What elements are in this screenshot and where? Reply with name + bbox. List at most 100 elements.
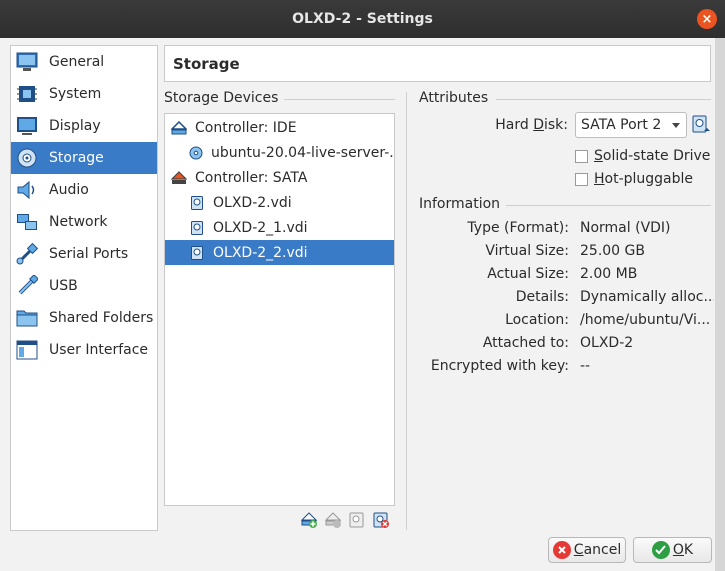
sidebar-item-label: Display: [49, 118, 101, 134]
sidebar-item-label: Storage: [49, 150, 104, 166]
tree-item-disk[interactable]: OLXD-2_1.vdi: [165, 215, 394, 240]
serial-ports-icon: [15, 242, 39, 266]
close-icon: ×: [701, 11, 713, 27]
storage-tree: Controller: IDE ubuntu-20.04-live-server…: [164, 113, 395, 506]
sidebar-item-label: System: [49, 86, 102, 102]
storage-devices-heading: Storage Devices: [164, 90, 279, 106]
sidebar-item-label: General: [49, 54, 105, 70]
optical-disc-icon: [189, 145, 203, 161]
sidebar-item-label: Serial Ports: [49, 246, 129, 262]
tree-item-label: OLXD-2_1.vdi: [213, 219, 308, 236]
sidebar-item-serial-ports[interactable]: Serial Ports: [11, 238, 157, 270]
info-value-location: /home/ubuntu/Vi...: [580, 312, 711, 328]
info-label-actual-size: Actual Size:: [487, 266, 569, 282]
storage-icon: [15, 146, 39, 170]
add-controller-icon[interactable]: [300, 511, 318, 529]
panel-divider: [406, 92, 407, 530]
add-attachment-icon[interactable]: [348, 511, 366, 529]
remove-controller-icon[interactable]: [324, 511, 342, 529]
cancel-icon: [552, 541, 571, 559]
divider: [496, 99, 711, 100]
window-title: OLXD-2 - Settings: [292, 11, 433, 27]
hard-disk-select-value: SATA Port 2: [581, 117, 662, 133]
info-label-details: Details:: [515, 289, 569, 305]
choose-disk-icon[interactable]: [691, 115, 711, 135]
sidebar-item-label: User Interface: [49, 342, 149, 358]
close-button[interactable]: ×: [697, 9, 717, 29]
display-icon: [15, 114, 39, 138]
title-bar: OLXD-2 - Settings ×: [0, 0, 725, 38]
tree-item-optical[interactable]: ubuntu-20.04-live-server-...: [165, 140, 394, 165]
hard-disk-icon: [189, 195, 205, 211]
hot-pluggable-label: Hot-pluggable: [594, 171, 694, 187]
usb-icon: [15, 274, 39, 298]
tree-item-controller-sata[interactable]: Controller: SATA: [165, 165, 394, 190]
sata-controller-icon: [171, 170, 187, 186]
storage-toolbar: [300, 511, 390, 529]
check-icon: [651, 541, 670, 559]
sidebar-item-shared-folders[interactable]: Shared Folders: [11, 302, 157, 334]
info-label-location: Location:: [505, 312, 569, 328]
info-value-details: Dynamically alloc...: [580, 289, 714, 305]
info-value-type: Normal (VDI): [580, 220, 671, 236]
divider: [284, 99, 395, 100]
tree-item-controller-ide[interactable]: Controller: IDE: [165, 115, 394, 140]
sidebar-item-label: Audio: [49, 182, 89, 198]
info-label-virtual-size: Virtual Size:: [485, 243, 569, 259]
hot-pluggable-checkbox[interactable]: Hot-pluggable: [575, 171, 693, 187]
hard-disk-icon: [189, 220, 205, 236]
sidebar-item-audio[interactable]: Audio: [11, 174, 157, 206]
chevron-down-icon: [672, 123, 680, 128]
settings-dialog: OLXD-2 - Settings × General System Displ…: [0, 0, 725, 571]
audio-icon: [15, 178, 39, 202]
ide-controller-icon: [171, 120, 187, 136]
sidebar-item-display[interactable]: Display: [11, 110, 157, 142]
page-title-text: Storage: [173, 54, 240, 73]
tree-item-label: OLXD-2_2.vdi: [213, 244, 308, 261]
sidebar-item-label: Network: [49, 214, 108, 230]
sidebar-item-user-interface[interactable]: User Interface: [11, 334, 157, 366]
solid-state-label: Solid-state Drive: [594, 148, 711, 164]
sidebar-item-general[interactable]: General: [11, 46, 157, 78]
hard-disk-select[interactable]: SATA Port 2: [575, 112, 687, 138]
sidebar-item-system[interactable]: System: [11, 78, 157, 110]
background-strip: [715, 38, 725, 571]
tree-item-disk[interactable]: OLXD-2_2.vdi: [165, 240, 394, 265]
attributes-heading: Attributes: [419, 90, 489, 106]
tree-item-disk[interactable]: OLXD-2.vdi: [165, 190, 394, 215]
page-title: Storage: [164, 45, 711, 82]
checkbox-box[interactable]: [575, 172, 588, 186]
sidebar-item-label: Shared Folders: [49, 310, 154, 326]
cancel-button[interactable]: Cancel: [548, 537, 626, 563]
general-icon: [15, 50, 39, 74]
sidebar-item-storage[interactable]: Storage: [11, 142, 157, 174]
solid-state-checkbox[interactable]: Solid-state Drive: [575, 148, 710, 164]
sidebar-item-label: USB: [49, 278, 78, 294]
checkbox-box[interactable]: [575, 149, 588, 163]
tree-item-label: OLXD-2.vdi: [213, 194, 292, 211]
divider: [506, 205, 711, 206]
user-interface-icon: [15, 338, 39, 362]
info-label-encrypted: Encrypted with key:: [430, 358, 569, 374]
cancel-label: Cancel: [573, 542, 622, 558]
tree-item-label: Controller: SATA: [195, 169, 308, 186]
info-value-attached-to: OLXD-2: [580, 335, 634, 351]
info-label-attached-to: Attached to:: [482, 335, 569, 351]
sidebar-item-usb[interactable]: USB: [11, 270, 157, 302]
network-icon: [15, 210, 39, 234]
shared-folders-icon: [15, 306, 39, 330]
sidebar-item-network[interactable]: Network: [11, 206, 157, 238]
remove-attachment-icon[interactable]: [372, 511, 390, 529]
tree-item-label: Controller: IDE: [195, 119, 297, 136]
hard-disk-label: Hard Disk:: [495, 117, 568, 133]
info-label-type: Type (Format):: [467, 220, 569, 236]
settings-sidebar: General System Display Storage Audio Net…: [10, 45, 158, 531]
info-value-encrypted: --: [580, 358, 591, 374]
info-value-actual-size: 2.00 MB: [580, 266, 638, 282]
ok-label: OK: [672, 542, 694, 558]
information-heading: Information: [419, 196, 501, 212]
info-value-virtual-size: 25.00 GB: [580, 243, 645, 259]
tree-item-label: ubuntu-20.04-live-server-...: [211, 144, 394, 161]
system-icon: [15, 82, 39, 106]
ok-button[interactable]: OK: [633, 537, 712, 563]
